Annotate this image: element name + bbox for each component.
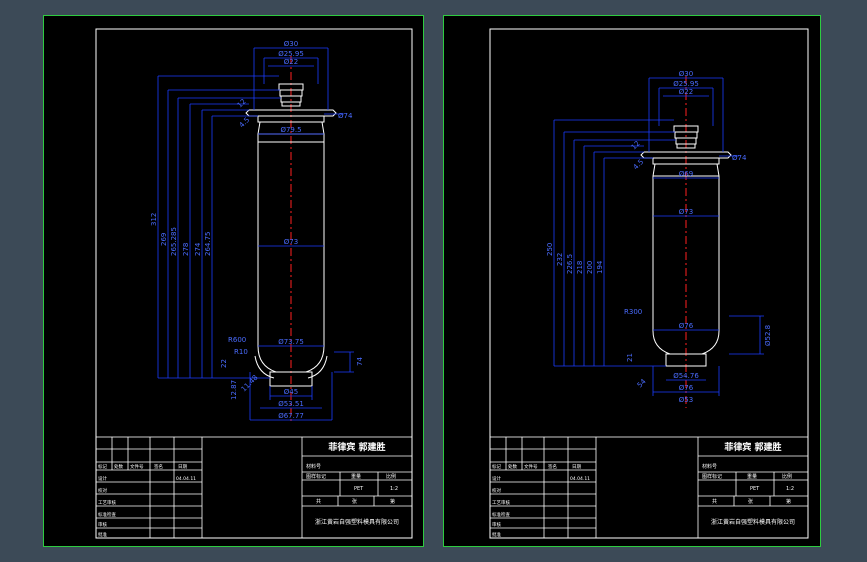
- title-left-h2: 文件号: [524, 463, 538, 470]
- title-left-r0: 设计: [492, 475, 501, 482]
- dim-foot-d2: Ø76: [679, 384, 694, 392]
- title-left-h1: 处数: [508, 463, 517, 470]
- dim-height-2: 265.285: [170, 227, 178, 256]
- title-weight-header: 重量: [351, 473, 361, 480]
- dim-height-total: 250: [546, 243, 554, 256]
- title-left-h3: 签名: [548, 463, 557, 470]
- title-left-r1: 校对: [492, 487, 501, 494]
- dim-small-3: 22: [220, 359, 228, 368]
- dim-height-5: 194: [596, 260, 604, 274]
- dim-small-4: 54: [636, 377, 648, 389]
- dim-height-2: 226.5: [566, 254, 574, 274]
- dim-side: Ø52.8: [764, 325, 772, 346]
- title-left-h3: 签名: [154, 463, 163, 470]
- dim-body: Ø73: [679, 208, 693, 216]
- title-scale-header: 图样标记: [306, 473, 326, 480]
- title-ratio-header: 比例: [782, 473, 792, 480]
- title-sheet-no: 第: [390, 498, 395, 505]
- dim-height-4: 200: [586, 261, 594, 274]
- title-left-r4: 审核: [492, 521, 501, 528]
- dim-base: Ø76: [679, 322, 694, 330]
- dim-height-3: 218: [576, 261, 584, 274]
- title-left-h4: 日期: [572, 464, 581, 470]
- title-sheet-total: 共: [712, 498, 717, 505]
- dim-bottom-radius: R600: [228, 336, 246, 344]
- dim-foot-d2: Ø53.51: [278, 400, 304, 408]
- title-designers: 菲律宾 郭建胜: [724, 441, 781, 453]
- title-date: 04.04.11: [176, 476, 196, 482]
- viewport-sheet-2[interactable]: Ø30 Ø25.95 Ø22 Ø74 Ø69 Ø73 R300 Ø76 Ø52.…: [443, 15, 821, 547]
- dim-small-4: 12.87: [230, 380, 238, 400]
- title-sheet-count: 张: [352, 498, 357, 505]
- title-company: 浙江黄岩自强塑料模具有限公司: [315, 518, 399, 526]
- title-designers: 菲律宾 郭建胜: [328, 441, 385, 453]
- drawing-sheet-1: Ø30 Ø25.95 Ø22 Ø74 Ø79.5 Ø73 R600 Ø73.75…: [95, 28, 413, 539]
- dimension-lines: [553, 77, 764, 396]
- dim-small-1: 12: [630, 139, 642, 151]
- title-left-r3: 标准检查: [492, 511, 510, 518]
- dim-neck: Ø79.5: [280, 126, 301, 134]
- title-left-r5: 批准: [492, 531, 501, 538]
- dim-top-d2: Ø25.95: [673, 80, 699, 88]
- title-left-h0: 标记: [492, 463, 501, 470]
- title-block: 菲律宾 郭建胜 图样标记 重量 比例 材料号 PET 1:2 共 张 第 浙江黄…: [489, 436, 809, 539]
- title-material-row: 材料号: [702, 463, 717, 470]
- drawing-sheet-2: Ø30 Ø25.95 Ø22 Ø74 Ø69 Ø73 R300 Ø76 Ø52.…: [489, 28, 809, 539]
- title-material-row: 材料号: [306, 463, 321, 470]
- title-left-r2: 工艺审核: [98, 499, 116, 506]
- title-date: 04.04.11: [570, 476, 590, 482]
- dim-top-d2: Ø25.95: [278, 50, 304, 58]
- title-scale-header: 图样标记: [702, 473, 722, 480]
- dim-bottom-radius: R300: [624, 308, 642, 316]
- dim-small-1: 12: [236, 97, 248, 109]
- dim-side: 74: [356, 357, 364, 366]
- viewport-sheet-1[interactable]: Ø30 Ø25.95 Ø22 Ø74 Ø79.5 Ø73 R600 Ø73.75…: [43, 15, 424, 547]
- dim-top-d1: Ø30: [679, 70, 693, 78]
- title-left-r2: 工艺审核: [492, 499, 510, 506]
- title-block: 菲律宾 郭建胜 图样标记 重量 比例 材料号 PET 1:2 共 张 第 浙江黄…: [95, 436, 413, 539]
- dim-small-2: 4.5: [238, 116, 252, 130]
- title-company: 浙江黄岩自强塑料模具有限公司: [711, 518, 795, 526]
- dim-foot-d3: Ø67.77: [278, 412, 304, 420]
- title-material: PET: [750, 486, 760, 492]
- dim-r10: R10: [234, 348, 248, 356]
- title-scale: 1:2: [390, 486, 398, 492]
- dim-small-3: 21: [626, 353, 634, 362]
- dim-height-3: 278: [182, 243, 190, 256]
- dim-top-d3: Ø22: [679, 88, 693, 96]
- title-left-h2: 文件号: [130, 463, 144, 470]
- title-ratio-header: 比例: [386, 473, 396, 480]
- dim-flange: Ø74: [338, 112, 353, 120]
- title-sheet-no: 第: [786, 498, 791, 505]
- title-left-h1: 处数: [114, 463, 123, 470]
- dim-foot-d1: Ø45: [284, 388, 298, 396]
- dim-flange: Ø74: [732, 154, 747, 162]
- dim-foot-d1: Ø54.76: [673, 372, 699, 380]
- dim-top-d3: Ø22: [284, 58, 298, 66]
- title-left-r0: 设计: [98, 475, 107, 482]
- title-left-r4: 审核: [98, 521, 107, 528]
- title-left-r3: 标准检查: [98, 511, 116, 518]
- dim-height-5: 264.75: [204, 232, 212, 257]
- dim-foot-d3: Ø53: [679, 396, 693, 404]
- title-sheet-count: 张: [748, 498, 753, 505]
- title-left-r5: 批准: [98, 531, 107, 538]
- title-left-h0: 标记: [98, 463, 107, 470]
- dim-base: Ø73.75: [278, 338, 304, 346]
- dim-small-2: 4.5: [632, 158, 646, 172]
- dim-neck: Ø69: [679, 170, 693, 178]
- dim-body: Ø73: [284, 238, 298, 246]
- cad-workspace: Ø30 Ø25.95 Ø22 Ø74 Ø79.5 Ø73 R600 Ø73.75…: [0, 0, 867, 562]
- title-scale: 1:2: [786, 486, 794, 492]
- title-sheet-total: 共: [316, 498, 321, 505]
- title-left-r1: 校对: [98, 487, 107, 494]
- dim-top-d1: Ø30: [284, 40, 298, 48]
- dim-height-4: 274: [194, 242, 202, 256]
- title-material: PET: [354, 486, 364, 492]
- dim-height-1: 269: [160, 233, 168, 246]
- title-left-h4: 日期: [178, 464, 187, 470]
- dim-height-total: 312: [150, 213, 158, 226]
- title-weight-header: 重量: [747, 473, 757, 480]
- dim-height-1: 232: [556, 253, 564, 266]
